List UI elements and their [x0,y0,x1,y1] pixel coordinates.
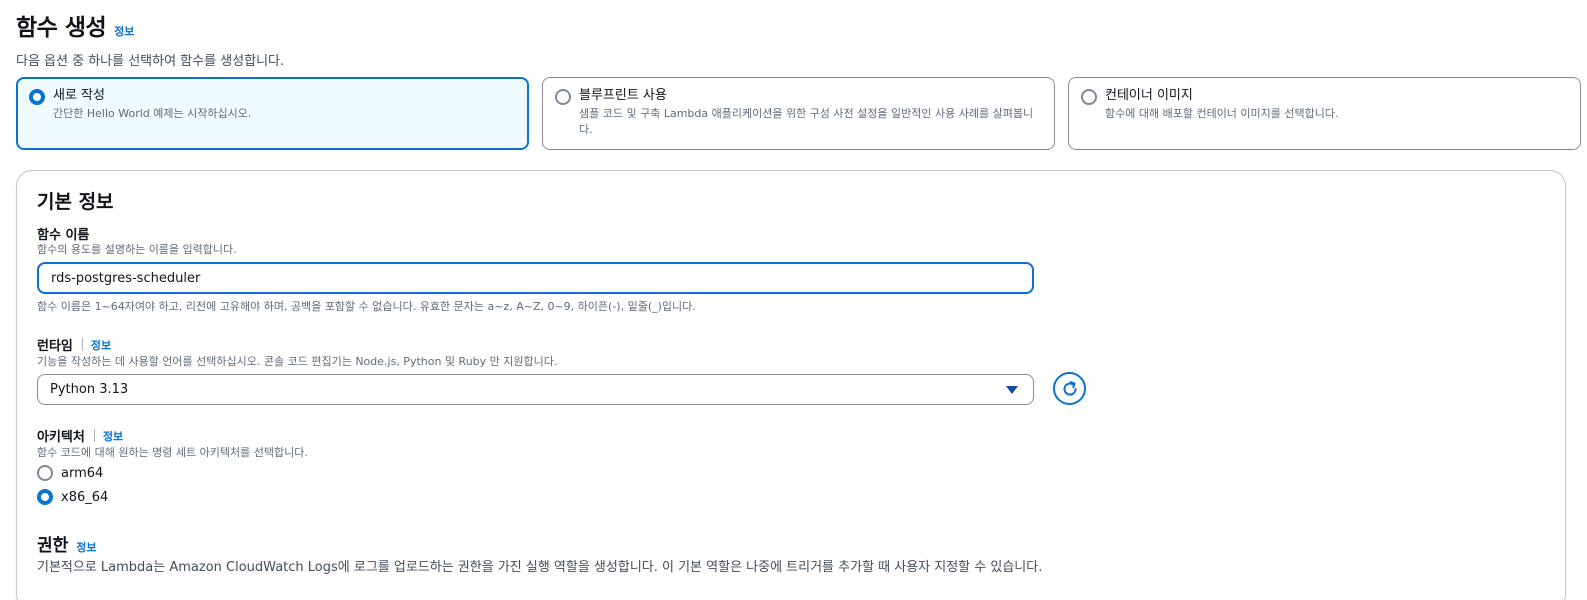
option-description: 간단한 Hello World 예제는 시작하십시오. [53,107,252,120]
architecture-option-x86-64[interactable]: x86_64 [37,489,108,505]
permissions-title-row: 권한 정보 [37,531,97,556]
creation-options: 새로 작성 간단한 Hello World 예제는 시작하십시오. 블루프린트 … [16,77,1581,150]
option-container-image[interactable]: 컨테이너 이미지 함수에 대해 배포할 컨테이너 이미지를 선택합니다. [1068,77,1581,150]
refresh-icon [1063,380,1077,396]
radio-unchecked-icon[interactable] [555,89,571,105]
runtime-description: 기능을 작성하는 데 사용할 언어를 선택하십시오. 콘솔 코드 편집기는 No… [37,355,558,368]
page-description: 다음 옵션 중 하나를 선택하여 함수를 생성합니다. [16,54,285,69]
refresh-button[interactable] [1053,372,1086,405]
permissions-title: 권한 [37,536,69,556]
radio-unchecked-icon[interactable] [37,465,53,481]
architecture-label: 아키텍처 [37,430,85,445]
divider [93,429,95,442]
architecture-info-link[interactable]: 정보 [103,428,123,444]
function-name-description: 함수의 용도를 설명하는 이름을 입력합니다. [37,243,237,256]
runtime-info-link[interactable]: 정보 [91,337,111,353]
function-name-constraint: 함수 이름은 1~64자여야 하고, 리전에 고유해야 하며, 공백을 포함할 … [37,300,696,313]
runtime-label-row: 런타임 정보 [37,335,111,354]
page-header: 함수 생성 정보 다음 옵션 중 하나를 선택하여 함수를 생성합니다. [16,8,284,69]
option-title: 블루프린트 사용 [579,88,667,103]
architecture-option-label: arm64 [61,465,104,481]
architecture-label-row: 아키텍처 정보 [37,426,123,445]
panel-title: 기본 정보 [37,191,114,213]
caret-down-icon [1006,385,1018,394]
architecture-description: 함수 코드에 대해 원하는 명령 세트 아키텍처를 선택합니다. [37,446,308,459]
option-use-blueprint[interactable]: 블루프린트 사용 샘플 코드 및 구축 Lambda 애플리케이션을 위한 구성… [542,77,1055,150]
architecture-option-arm64[interactable]: arm64 [37,465,103,481]
option-description: 함수에 대해 배포할 컨테이너 이미지를 선택합니다. [1105,107,1339,120]
basic-info-panel: 기본 정보 함수 이름 함수의 용도를 설명하는 이름을 입력합니다. 함수 이… [16,170,1566,600]
option-title: 새로 작성 [53,88,105,103]
runtime-selected-value: Python 3.13 [50,382,129,397]
architecture-option-label: x86_64 [61,489,109,505]
permissions-description: 기본적으로 Lambda는 Amazon CloudWatch Logs에 로그… [37,560,1043,575]
radio-checked-icon[interactable] [37,489,53,505]
function-name-input[interactable] [37,262,1034,294]
runtime-label: 런타임 [37,339,73,354]
radio-checked-icon[interactable] [29,89,45,105]
radio-unchecked-icon[interactable] [1081,89,1097,105]
title-row: 함수 생성 정보 [16,8,284,42]
divider [81,338,83,351]
info-link[interactable]: 정보 [114,23,134,39]
permissions-info-link[interactable]: 정보 [76,539,96,555]
option-title: 컨테이너 이미지 [1105,88,1193,103]
runtime-select[interactable]: Python 3.13 [37,374,1034,405]
page-title: 함수 생성 [16,15,107,41]
option-author-from-scratch[interactable]: 새로 작성 간단한 Hello World 예제는 시작하십시오. [16,77,529,150]
option-description: 샘플 코드 및 구축 Lambda 애플리케이션을 위한 구성 사전 설정을 일… [579,107,1034,136]
function-name-label: 함수 이름 [37,228,90,243]
